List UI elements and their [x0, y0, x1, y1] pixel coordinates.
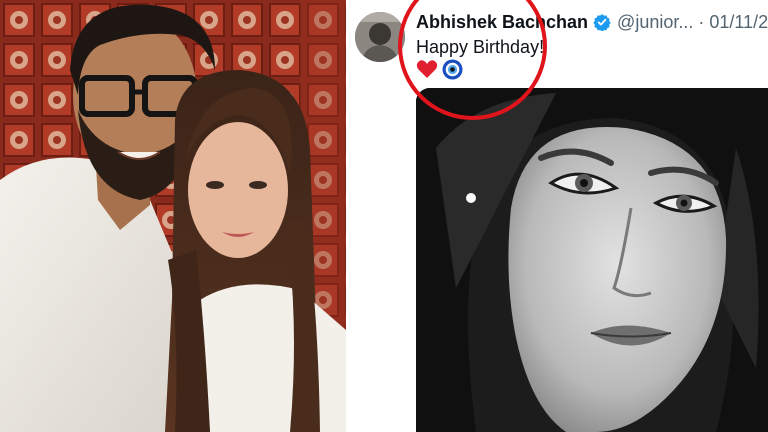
verified-badge-icon — [593, 13, 611, 32]
display-name[interactable]: Abhishek Bachchan — [416, 12, 588, 33]
tweet-media-photo[interactable] — [416, 88, 768, 432]
couple-photo — [0, 0, 346, 432]
tweet-header: Abhishek Bachchan @junior... · 01/11/23 — [416, 10, 768, 34]
couple-photo-art — [0, 0, 346, 432]
tweet-date[interactable]: 01/11/23 — [709, 12, 768, 33]
tweet-card[interactable]: Abhishek Bachchan @junior... · 01/11/23 … — [350, 0, 768, 432]
user-handle[interactable]: @junior... — [617, 12, 693, 33]
tweet-text: Happy Birthday! — [416, 37, 545, 57]
heart-icon — [416, 59, 438, 79]
screenshot-frame: Abhishek Bachchan @junior... · 01/11/23 … — [0, 0, 768, 432]
portrait-photo-art — [416, 88, 768, 432]
avatar-icon — [355, 12, 405, 62]
emoji-row — [416, 58, 463, 80]
nazar-amulet-icon — [442, 59, 463, 80]
profile-avatar[interactable] — [355, 12, 405, 62]
meta-separator: · — [698, 11, 705, 32]
